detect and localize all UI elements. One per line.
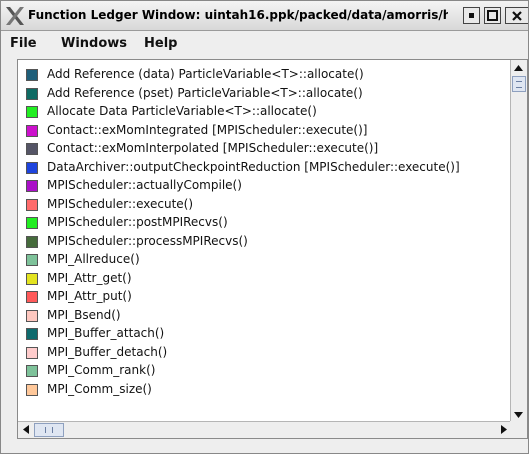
list-item[interactable]: Add Reference (pset) ParticleVariable<T>…	[18, 85, 511, 103]
list-item[interactable]: MPI_Comm_size()	[18, 381, 511, 399]
function-name: MPI_Comm_size()	[47, 381, 152, 396]
maximize-button[interactable]	[484, 7, 501, 24]
menu-file[interactable]: File	[10, 36, 37, 51]
color-swatch[interactable]	[26, 272, 38, 285]
function-name: MPI_Attr_get()	[47, 270, 132, 285]
list-item[interactable]: MPIScheduler::execute()	[18, 196, 511, 214]
function-list-panel: Add Reference (data) ParticleVariable<T>…	[17, 59, 528, 439]
color-swatch[interactable]	[26, 383, 38, 396]
color-swatch[interactable]	[26, 291, 38, 303]
color-swatch[interactable]	[26, 217, 38, 229]
close-icon	[512, 10, 522, 21]
function-name: MPIScheduler::processMPIRecvs()	[47, 233, 248, 248]
function-name: DataArchiver::outputCheckpointReduction …	[47, 159, 460, 174]
color-swatch[interactable]	[26, 309, 38, 322]
function-name: MPIScheduler::postMPIRecvs()	[47, 215, 228, 229]
function-name: Contact::exMomInterpolated [MPIScheduler…	[47, 141, 379, 155]
function-name: MPI_Buffer_detach()	[47, 344, 168, 359]
list-item[interactable]: MPI_Buffer_detach()	[18, 344, 511, 362]
list-item[interactable]: DataArchiver::outputCheckpointReduction …	[18, 159, 511, 177]
color-swatch[interactable]	[26, 346, 38, 359]
color-swatch[interactable]	[26, 124, 38, 137]
title-bar[interactable]: Function Ledger Window: uintah16.ppk/pac…	[1, 1, 528, 31]
minimize-button[interactable]	[463, 7, 480, 24]
list-item[interactable]: MPI_Bsend()	[18, 307, 511, 325]
color-swatch[interactable]	[26, 143, 38, 155]
maximize-icon	[487, 10, 498, 21]
color-swatch[interactable]	[26, 87, 38, 100]
close-button[interactable]	[505, 7, 528, 24]
color-swatch[interactable]	[26, 106, 38, 118]
arrow-down-icon	[514, 411, 523, 418]
list-item[interactable]: MPI_Attr_put()	[18, 288, 511, 306]
function-ledger-window: Function Ledger Window: uintah16.ppk/pac…	[0, 0, 529, 454]
color-swatch[interactable]	[26, 69, 38, 81]
scroll-right-button[interactable]	[496, 422, 511, 437]
scroll-corner	[510, 421, 527, 438]
list-item[interactable]: Contact::exMomIntegrated [MPIScheduler::…	[18, 122, 511, 140]
minimize-icon	[469, 13, 474, 18]
arrow-left-icon	[22, 425, 29, 434]
function-name: MPI_Allreduce()	[47, 252, 140, 266]
list-item[interactable]: MPI_Attr_get()	[18, 270, 511, 288]
list-item[interactable]: Add Reference (data) ParticleVariable<T>…	[18, 66, 511, 84]
list-item[interactable]: MPIScheduler::actuallyCompile()	[18, 177, 511, 195]
vertical-scroll-thumb[interactable]	[512, 76, 526, 92]
function-name: MPIScheduler::execute()	[47, 196, 194, 211]
color-swatch[interactable]	[26, 254, 38, 266]
function-name: Add Reference (pset) ParticleVariable<T>…	[47, 85, 363, 100]
list-item[interactable]: Allocate Data ParticleVariable<T>::alloc…	[18, 103, 511, 121]
menu-bar: File Windows Help	[1, 31, 528, 57]
list-item[interactable]: MPI_Buffer_attach()	[18, 325, 511, 343]
vertical-scrollbar[interactable]	[510, 60, 527, 422]
arrow-up-icon	[514, 64, 523, 71]
scroll-up-button[interactable]	[511, 60, 526, 75]
list-item[interactable]: MPIScheduler::postMPIRecvs()	[18, 214, 511, 232]
function-list[interactable]: Add Reference (data) ParticleVariable<T>…	[18, 60, 511, 422]
function-name: Contact::exMomIntegrated [MPIScheduler::…	[47, 122, 368, 137]
x-logo-icon	[6, 7, 24, 25]
color-swatch[interactable]	[26, 235, 38, 248]
color-swatch[interactable]	[26, 161, 38, 174]
menu-windows[interactable]: Windows	[61, 36, 127, 51]
function-name: Allocate Data ParticleVariable<T>::alloc…	[47, 104, 317, 118]
color-swatch[interactable]	[26, 328, 38, 340]
horizontal-scroll-thumb[interactable]	[34, 423, 64, 437]
list-item[interactable]: MPI_Allreduce()	[18, 251, 511, 269]
function-name: Add Reference (data) ParticleVariable<T>…	[47, 67, 364, 81]
function-name: MPI_Attr_put()	[47, 289, 132, 303]
list-item[interactable]: MPI_Comm_rank()	[18, 362, 511, 380]
list-item[interactable]: MPIScheduler::processMPIRecvs()	[18, 233, 511, 251]
color-swatch[interactable]	[26, 198, 38, 211]
window-title: Function Ledger Window: uintah16.ppk/pac…	[28, 8, 448, 22]
function-name: MPI_Buffer_attach()	[47, 326, 165, 340]
arrow-right-icon	[500, 425, 507, 434]
color-swatch[interactable]	[26, 180, 38, 192]
scroll-down-button[interactable]	[511, 407, 526, 422]
list-item[interactable]: Contact::exMomInterpolated [MPIScheduler…	[18, 140, 511, 158]
color-swatch[interactable]	[26, 365, 38, 377]
scroll-left-button[interactable]	[18, 422, 33, 437]
menu-help[interactable]: Help	[144, 36, 177, 51]
function-name: MPI_Bsend()	[47, 307, 121, 322]
function-name: MPIScheduler::actuallyCompile()	[47, 178, 242, 192]
function-name: MPI_Comm_rank()	[47, 363, 156, 377]
horizontal-scrollbar[interactable]	[18, 421, 511, 438]
